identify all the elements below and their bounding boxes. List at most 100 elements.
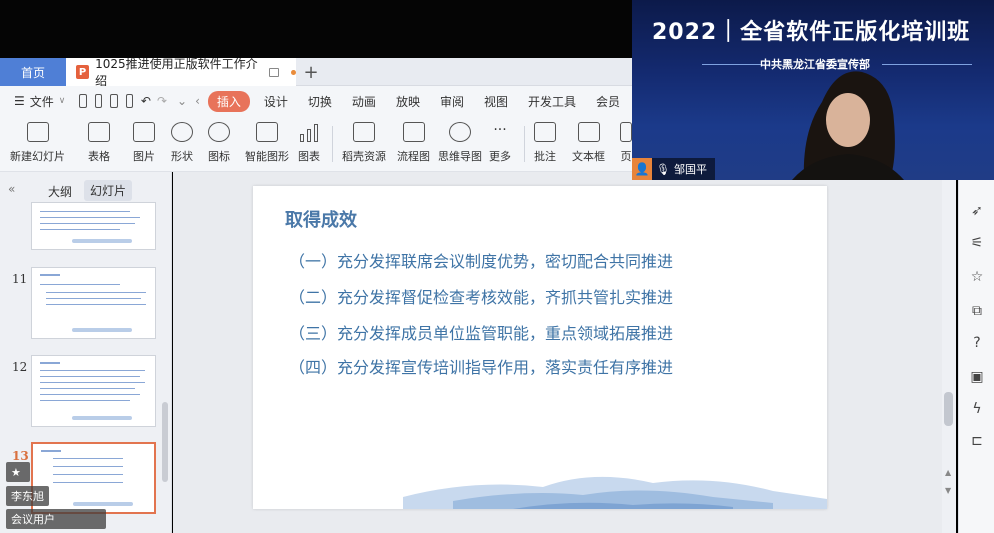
microphone-icon: 🎙 — [656, 162, 670, 176]
panel-scrollbar[interactable] — [162, 402, 168, 482]
menu-animation[interactable]: 动画 — [352, 93, 376, 110]
tab-outline[interactable]: 大纲 — [48, 183, 72, 200]
participant-badge: 会议用户 — [6, 509, 106, 529]
slide-editor-canvas[interactable]: 取得成效 （一）充分发挥联席会议制度优势，密切配合共同推进 （二）充分发挥督促检… — [173, 172, 948, 533]
ribbon-divider — [524, 126, 525, 162]
tab-document-title: 1025推进使用正版软件工作介绍 — [95, 57, 258, 88]
table-button[interactable]: 表格 — [88, 122, 110, 164]
page-button[interactable]: 页 — [620, 122, 632, 164]
canvas-scrollbar[interactable]: ▲ ▼ — [942, 172, 956, 533]
print-icon[interactable] — [110, 94, 118, 108]
tab-slides[interactable]: 幻灯片 — [84, 180, 133, 201]
chart-icon — [298, 122, 320, 142]
menu-file[interactable]: ☰ 文件 ∨ — [14, 93, 65, 110]
menu-member[interactable]: 会员 — [596, 93, 620, 110]
new-slide-icon — [26, 122, 49, 142]
ribbon-divider — [332, 126, 333, 162]
banner-line — [702, 64, 762, 65]
book-icon[interactable]: ⊏ — [968, 432, 986, 450]
new-slide-button[interactable]: 新建幻灯片 — [10, 122, 65, 164]
redo-icon[interactable]: ↷ — [157, 94, 167, 108]
shape-button[interactable]: 形状 — [171, 122, 193, 164]
slide-title[interactable]: 取得成效 — [285, 206, 357, 232]
slide-panel: « 大纲 幻灯片 11 12 13 ★ 李东旭 会议用户 — [0, 172, 172, 533]
slide-number: 12 — [12, 360, 28, 374]
speaker-figure — [792, 71, 904, 180]
menu-review[interactable]: 审阅 — [440, 93, 464, 110]
participant-badge: 李东旭 — [6, 486, 49, 506]
menu-developer[interactable]: 开发工具 — [528, 93, 576, 110]
undo-icon[interactable]: ↶ — [141, 94, 151, 108]
slide-number-selected: 13 — [12, 449, 29, 463]
speaker-name-bar: 👤 🎙 邹国平 — [632, 158, 715, 180]
monitor-icon — [268, 67, 280, 77]
picture-button[interactable]: 图片 — [133, 122, 155, 164]
user-icon: 👤 — [632, 158, 652, 180]
help-icon[interactable]: ? — [968, 334, 986, 352]
participant-badge: ★ — [6, 462, 30, 482]
chart-button[interactable]: 图表 — [298, 122, 320, 164]
shape-icon — [171, 122, 193, 142]
scroll-down-icon[interactable]: ▼ — [945, 486, 951, 495]
docer-resources-button[interactable]: 稻壳资源 — [342, 122, 386, 164]
slide-thumbnail-11[interactable] — [31, 267, 156, 339]
smartart-icon — [256, 122, 278, 142]
scroll-up-icon[interactable]: ▲ — [945, 468, 951, 477]
flowchart-button[interactable]: 流程图 — [397, 122, 430, 164]
more-chevron-icon[interactable]: ⌄ — [177, 94, 187, 108]
more-button[interactable]: ··· 更多 — [489, 122, 511, 164]
ribbon: 新建幻灯片 表格 图片 形状 图标 智能图形 图表 稻壳资源 流程图 思维导图 … — [0, 116, 640, 172]
panel-tabs: « 大纲 幻灯片 — [0, 180, 172, 202]
menu-insert[interactable]: 插入 — [207, 90, 250, 112]
mindmap-icon — [449, 122, 471, 142]
comment-icon — [534, 122, 556, 142]
slide-bullet[interactable]: （四）充分发挥宣传培训指导作用，落实责任有序推进 — [289, 354, 673, 378]
preview-icon[interactable] — [125, 94, 133, 108]
chevron-down-icon: ∨ — [58, 96, 66, 106]
banner-title: 2022｜全省软件正版化培训班 — [652, 20, 971, 45]
image-edit-icon[interactable]: ▣ — [968, 368, 986, 386]
more-dots-icon: ··· — [493, 122, 507, 138]
slide-bullet[interactable]: （二）充分发挥督促检查考核效能，齐抓共管扎实推进 — [289, 284, 673, 308]
menu-transition[interactable]: 切换 — [308, 93, 332, 110]
lightning-icon[interactable]: ϟ — [968, 400, 986, 418]
transform-icon[interactable]: ⧉ — [968, 302, 986, 320]
slide-thumbnail-13-selected[interactable] — [31, 442, 156, 514]
textbox-icon — [577, 122, 600, 142]
slide-bullet[interactable]: （三）充分发挥成员单位监管职能，重点领域拓展推进 — [289, 320, 673, 344]
slide-thumbnail-10[interactable] — [31, 202, 156, 250]
mountain-decoration — [403, 476, 827, 509]
star-outline-icon[interactable]: ☆ — [968, 268, 986, 286]
flowchart-icon — [402, 122, 425, 142]
slide-thumbnail-12[interactable] — [31, 355, 156, 427]
adjust-icon[interactable]: ⚟ — [968, 234, 986, 252]
speaker-name: 🎙 邹国平 — [652, 158, 715, 180]
tab-home[interactable]: 首页 — [0, 58, 66, 86]
collapse-panel-icon[interactable]: « — [8, 182, 15, 196]
menu-design[interactable]: 设计 — [264, 93, 288, 110]
icons-button[interactable]: 图标 — [208, 122, 230, 164]
star-icon: ★ — [11, 465, 21, 479]
textbox-button[interactable]: 文本框 — [572, 122, 605, 164]
hamburger-icon: ☰ — [14, 94, 25, 108]
speaker-video[interactable]: 2022｜全省软件正版化培训班 中共黑龙江省委宣传部 👤 🎙 邹国平 — [632, 0, 994, 180]
menu-view[interactable]: 视图 — [484, 93, 508, 110]
menu-slideshow[interactable]: 放映 — [396, 93, 420, 110]
left-arrow-icon[interactable]: ‹ — [195, 94, 200, 108]
export-icon[interactable] — [94, 94, 103, 108]
new-tab-button[interactable]: + — [300, 58, 322, 86]
presentation-icon: P — [76, 65, 90, 79]
unsaved-dot-icon — [291, 69, 296, 75]
table-icon — [88, 122, 110, 142]
rocket-icon[interactable]: ➶ — [968, 202, 986, 220]
mindmap-button[interactable]: 思维导图 — [438, 122, 482, 164]
smartart-button[interactable]: 智能图形 — [245, 122, 289, 164]
tab-document[interactable]: P 1025推进使用正版软件工作介绍 — [66, 57, 296, 88]
scroll-thumb[interactable] — [944, 392, 953, 426]
menu-bar: ☰ 文件 ∨ ↶ ↷ ⌄ ‹ 插入 设计 切换 动画 放映 审阅 视图 开发工具… — [0, 86, 640, 116]
slide-bullet[interactable]: （一）充分发挥联席会议制度优势，密切配合共同推进 — [289, 248, 673, 272]
save-icon[interactable] — [79, 94, 87, 108]
comment-button[interactable]: 批注 — [534, 122, 556, 164]
docer-icon — [353, 122, 375, 142]
current-slide[interactable]: 取得成效 （一）充分发挥联席会议制度优势，密切配合共同推进 （二）充分发挥督促检… — [253, 186, 827, 509]
